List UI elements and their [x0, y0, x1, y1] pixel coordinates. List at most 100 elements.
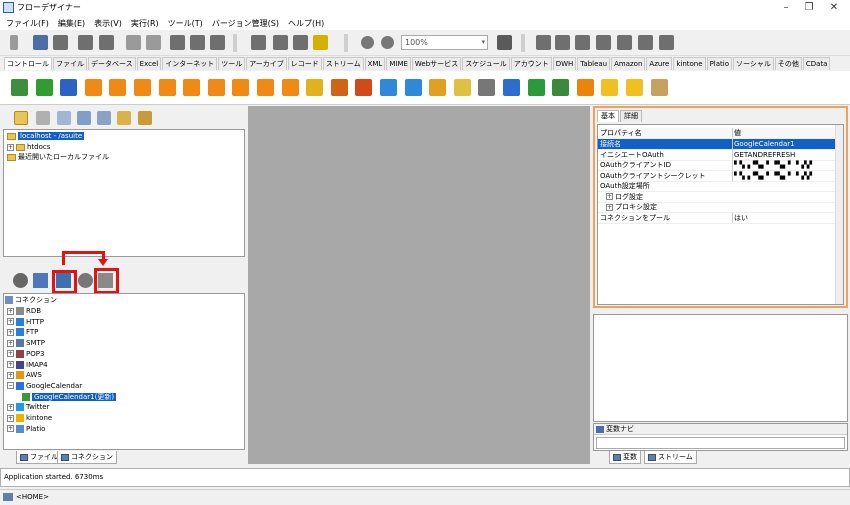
property-row[interactable]: イニシエートOAuth GETANDREFRESH: [598, 149, 835, 161]
align-top-icon[interactable]: [596, 35, 611, 50]
connect-icon[interactable]: [13, 273, 28, 288]
script-icon[interactable]: [404, 79, 422, 96]
connection-item-http[interactable]: + HTTP: [7, 317, 44, 327]
tab-advanced[interactable]: 詳細: [620, 110, 642, 122]
run-to-icon[interactable]: [293, 35, 308, 50]
connection-root[interactable]: コネクション: [5, 296, 57, 305]
palette-tab[interactable]: ストリーム: [322, 57, 364, 70]
property-value-cell[interactable]: ▘▚▗▝▚▖▘▝▚▖▘▝▗▚▘: [732, 160, 835, 170]
cut-icon[interactable]: [170, 35, 185, 50]
exception-icon[interactable]: [355, 79, 373, 96]
expression-assign-icon[interactable]: [134, 79, 151, 96]
continue-icon[interactable]: [257, 79, 274, 96]
wait-icon[interactable]: [576, 79, 594, 96]
menu-version-control[interactable]: バージョン管理(S): [212, 18, 279, 29]
menu-edit[interactable]: 編集(E): [58, 18, 85, 29]
palette-tab[interactable]: Platio: [706, 57, 732, 70]
tab-files[interactable]: ファイル: [16, 451, 62, 464]
log-icon[interactable]: [478, 79, 496, 96]
notify-icon[interactable]: [503, 79, 520, 96]
palette-tab[interactable]: Tableau: [577, 57, 611, 70]
parallel-icon[interactable]: [380, 79, 397, 96]
flow-canvas[interactable]: [248, 106, 590, 464]
connection-item-aws[interactable]: + AWS: [7, 371, 42, 380]
download-file-icon[interactable]: [77, 111, 91, 125]
menu-help[interactable]: ヘルプ(H): [288, 18, 324, 29]
expand-icon[interactable]: +: [7, 350, 14, 358]
run-icon[interactable]: [273, 35, 288, 50]
palette-tab[interactable]: Webサービス: [411, 57, 462, 70]
redo-icon[interactable]: [146, 35, 161, 50]
palette-tab[interactable]: アーカイブ: [246, 57, 287, 70]
palette-tab[interactable]: インターネット: [162, 57, 218, 70]
debug-icon[interactable]: [313, 35, 328, 50]
tree-item-recent[interactable]: 最近開いたローカルファイル: [7, 153, 109, 162]
property-value-cell[interactable]: はい: [732, 212, 835, 223]
zoom-out-icon[interactable]: [361, 36, 374, 49]
expand-icon[interactable]: +: [7, 318, 14, 326]
tab-basic[interactable]: 基本: [597, 110, 619, 122]
distribute-icon[interactable]: [659, 35, 674, 50]
loop-icon[interactable]: [183, 79, 201, 96]
palette-tab[interactable]: Excel: [136, 57, 162, 70]
print-icon[interactable]: [99, 35, 114, 50]
expand-icon[interactable]: +: [7, 339, 14, 347]
new-connection-icon[interactable]: [33, 273, 48, 288]
align-center-icon[interactable]: [555, 35, 570, 50]
expand-icon[interactable]: +: [7, 414, 14, 422]
end-icon[interactable]: [35, 79, 53, 96]
connection-item-rdb[interactable]: + RDB: [7, 307, 41, 316]
fit-view-icon[interactable]: [497, 35, 512, 50]
expand-icon[interactable]: +: [7, 371, 14, 379]
palette-tab[interactable]: Azure: [646, 57, 673, 70]
align-right-icon[interactable]: [575, 35, 590, 50]
palette-tab[interactable]: ファイル: [53, 57, 87, 70]
tab-connections[interactable]: コネクション: [57, 451, 117, 464]
palette-tab[interactable]: Amazon: [611, 57, 646, 70]
palette-tab[interactable]: ソーシャル: [733, 57, 774, 70]
palette-tab[interactable]: アカウント: [510, 57, 552, 70]
rename-icon[interactable]: [97, 111, 111, 125]
property-row[interactable]: OAuthクライアントシークレット ▘▚▗▝▚▖▘▝▚▖▘▝▗▚▘: [598, 170, 835, 182]
connection-item-googlecalendar1[interactable]: GoogleCalendar1(更新): [22, 392, 117, 402]
sleep-icon[interactable]: [453, 79, 471, 96]
paste-icon[interactable]: [210, 35, 225, 50]
property-value-cell[interactable]: GETANDREFRESH: [732, 149, 835, 160]
counter-icon[interactable]: [330, 79, 348, 96]
menu-tools[interactable]: ツール(T): [168, 18, 203, 29]
property-row[interactable]: コネクションをプール はい: [598, 212, 835, 224]
palette-tab[interactable]: レコード: [287, 57, 322, 70]
align-left-icon[interactable]: [536, 35, 551, 50]
stop-icon[interactable]: [60, 79, 78, 96]
palette-tab[interactable]: データベース: [88, 57, 136, 70]
property-row[interactable]: + プロキシ設定: [598, 202, 835, 213]
expand-icon[interactable]: +: [7, 403, 14, 411]
connection-item-twitter[interactable]: + Twitter: [7, 403, 49, 412]
align-middle-icon[interactable]: [617, 35, 632, 50]
tree-item-localhost[interactable]: localhost - /asuite: [7, 132, 85, 141]
loop-end-icon[interactable]: [207, 79, 225, 96]
connection-item-pop3[interactable]: + POP3: [7, 349, 44, 359]
undo-icon[interactable]: [126, 35, 141, 50]
merge-icon[interactable]: [281, 79, 299, 96]
palette-tab[interactable]: XML: [364, 57, 386, 70]
tab-variables[interactable]: 変数: [609, 451, 641, 464]
palette-tab[interactable]: その他: [774, 57, 802, 70]
condition-icon[interactable]: [84, 79, 102, 96]
save-icon[interactable]: [33, 35, 48, 50]
connection-item-ftp[interactable]: + FTP: [7, 328, 38, 337]
palette-tab[interactable]: コントロール: [4, 57, 52, 70]
find-icon[interactable]: [78, 35, 93, 50]
call-icon[interactable]: [552, 79, 570, 96]
variable-navi-header[interactable]: 変数ナビ: [594, 424, 847, 435]
palette-tab[interactable]: kintone: [673, 57, 706, 70]
minimize-button[interactable]: –: [774, 1, 798, 15]
save-all-icon[interactable]: [53, 35, 68, 50]
connection-item-platio[interactable]: + Platio: [7, 424, 45, 434]
close-button[interactable]: ✕: [822, 1, 846, 15]
branch-icon[interactable]: [158, 79, 176, 96]
expand-icon[interactable]: +: [7, 328, 14, 336]
step-icon[interactable]: [251, 35, 266, 50]
tree-item-htdocs[interactable]: + htdocs: [7, 143, 50, 152]
menu-file[interactable]: ファイル(F): [6, 18, 49, 29]
